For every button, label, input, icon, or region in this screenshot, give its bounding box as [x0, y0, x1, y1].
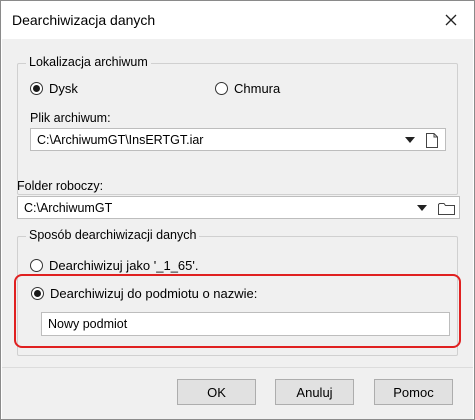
archive-file-label: Plik archiwum:	[30, 111, 111, 125]
dearchive-dialog: Dearchiwizacja danych Lokalizacja archiw…	[0, 0, 475, 420]
archive-location-group: Lokalizacja archiwum Dysk Chmura Plik ar…	[17, 55, 458, 195]
radio-dearchive-as[interactable]: Dearchiwizuj jako '_1_65'.	[30, 258, 199, 273]
radio-selected-dot	[34, 290, 41, 297]
radio-disk-label: Dysk	[49, 81, 78, 96]
working-folder-combo[interactable]: C:\ArchiwumGT	[17, 196, 460, 219]
working-folder-value: C:\ArchiwumGT	[24, 200, 113, 215]
archive-file-combo[interactable]: C:\ArchiwumGT\InsERTGT.iar	[30, 128, 446, 151]
archive-file-value: C:\ArchiwumGT\InsERTGT.iar	[37, 132, 204, 147]
radio-dearchive-as-label: Dearchiwizuj jako '_1_65'.	[49, 258, 199, 273]
dialog-body: Lokalizacja archiwum Dysk Chmura Plik ar…	[2, 39, 473, 367]
radio-selected-dot	[33, 85, 40, 92]
folder-icon[interactable]	[437, 199, 455, 217]
close-icon	[445, 14, 457, 26]
dropdown-arrow-icon[interactable]	[403, 133, 417, 147]
entity-name-value: Nowy podmiot	[48, 317, 128, 331]
radio-dearchive-to-entity-circle[interactable]	[31, 287, 44, 300]
button-bar: OK Anuluj Pomoc	[2, 367, 473, 419]
entity-name-input[interactable]: Nowy podmiot	[41, 312, 450, 336]
radio-cloud[interactable]: Chmura	[215, 81, 280, 96]
radio-cloud-label: Chmura	[234, 81, 281, 96]
close-button[interactable]	[440, 9, 462, 31]
title-bar: Dearchiwizacja danych	[1, 1, 474, 39]
file-icon[interactable]	[423, 131, 441, 149]
cancel-button[interactable]: Anuluj	[275, 379, 354, 405]
working-folder-label: Folder roboczy:	[17, 179, 104, 193]
radio-disk[interactable]: Dysk	[30, 81, 78, 96]
help-button[interactable]: Pomoc	[374, 379, 453, 405]
archive-location-legend: Lokalizacja archiwum	[26, 55, 151, 69]
radio-dearchive-to-entity[interactable]: Dearchiwizuj do podmiotu o nazwie:	[31, 286, 257, 301]
dearchive-method-legend: Sposób dearchiwizacji danych	[26, 228, 200, 242]
radio-cloud-circle[interactable]	[215, 82, 228, 95]
ok-button[interactable]: OK	[177, 379, 256, 405]
radio-dearchive-to-entity-label: Dearchiwizuj do podmiotu o nazwie:	[50, 286, 258, 301]
radio-dearchive-as-circle[interactable]	[30, 259, 43, 272]
radio-disk-circle[interactable]	[30, 82, 43, 95]
dropdown-arrow-icon[interactable]	[415, 201, 429, 215]
window-title: Dearchiwizacja danych	[12, 12, 156, 28]
